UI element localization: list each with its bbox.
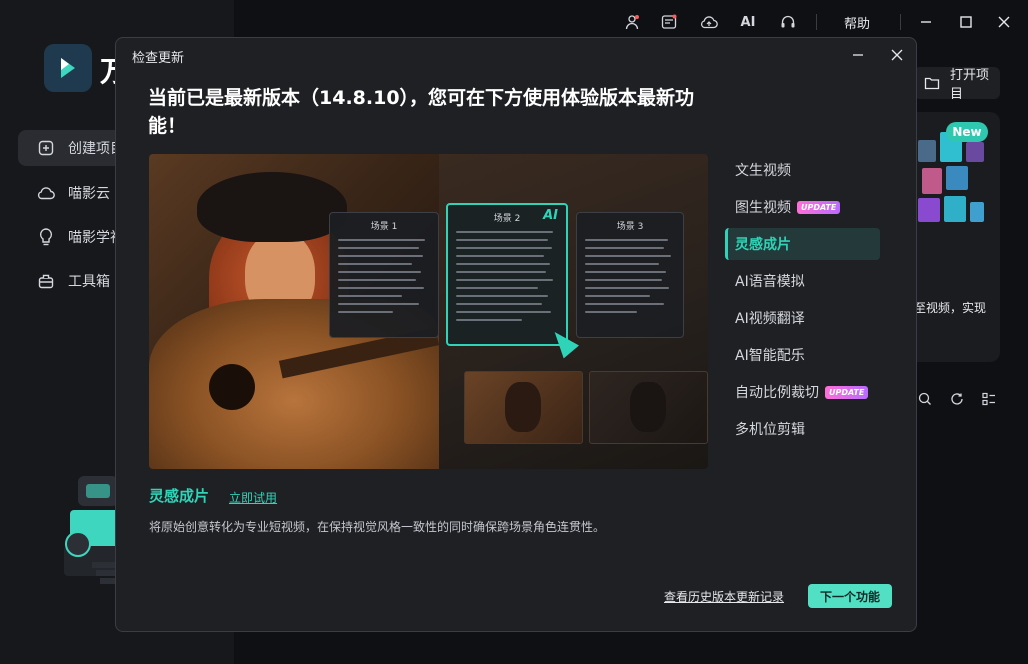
- new-badge: New: [946, 122, 988, 142]
- version-history-link[interactable]: 查看历史版本更新记录: [664, 588, 784, 605]
- feature-item-image-to-video[interactable]: 图生视频 UPDATE: [725, 191, 885, 223]
- nav-label: 工具箱: [68, 274, 110, 290]
- app-logo: [44, 44, 92, 92]
- maximize-icon[interactable]: [956, 12, 976, 32]
- scene-title: 场景 3: [616, 222, 644, 232]
- feature-item-ai-voice[interactable]: AI语音模拟: [725, 265, 885, 297]
- open-project-button[interactable]: 打开项目: [914, 67, 1000, 102]
- divider: [816, 14, 817, 30]
- feature-list: 文生视频 图生视频 UPDATE 灵感成片 AI语音模拟 AI视频翻译 AI智能…: [725, 154, 885, 450]
- close-window-icon[interactable]: [994, 12, 1014, 32]
- dialog-headline: 当前已是最新版本（14.8.10），您可在下方使用体验版本最新功能！: [148, 87, 695, 137]
- feature-item-auto-reframe[interactable]: 自动比例裁切 UPDATE: [725, 376, 885, 408]
- feature-item-ai-translate[interactable]: AI视频翻译: [725, 302, 885, 334]
- promo-text: 至视频，实现: [914, 301, 987, 315]
- promo-card[interactable]: [904, 112, 1000, 362]
- scene-thumbnail-1: [464, 371, 583, 444]
- scene-thumbnail-2: [589, 371, 708, 444]
- feature-label: AI智能配乐: [735, 348, 805, 364]
- minimize-icon[interactable]: [916, 12, 936, 32]
- dialog-minimize-icon[interactable]: [847, 44, 869, 66]
- update-badge: UPDATE: [797, 200, 841, 214]
- feature-description: 将原始创意转化为专业短视频，在保持视觉风格一致性的同时确保跨场景角色连贯性。: [149, 520, 606, 534]
- feature-label: 灵感成片: [735, 237, 791, 253]
- plus-square-icon: [36, 138, 56, 158]
- help-menu[interactable]: 帮助: [844, 13, 870, 32]
- dialog-close-icon[interactable]: [886, 44, 908, 66]
- try-now-link[interactable]: 立即试用: [229, 489, 277, 506]
- cloud-icon: [36, 183, 56, 203]
- feature-item-text-to-video[interactable]: 文生视频: [725, 154, 885, 186]
- cloud-upload-icon[interactable]: [699, 12, 719, 32]
- schedule-icon[interactable]: [659, 12, 679, 32]
- feature-item-ai-music[interactable]: AI智能配乐: [725, 339, 885, 371]
- feature-item-inspiration[interactable]: 灵感成片: [725, 228, 880, 260]
- headset-icon[interactable]: [778, 12, 798, 32]
- folder-icon: [924, 76, 940, 90]
- feature-item-multicam[interactable]: 多机位剪辑: [725, 413, 885, 445]
- lightbulb-icon: [36, 227, 56, 247]
- logo-icon: [61, 58, 75, 78]
- ai-label: AI: [543, 208, 558, 223]
- refresh-icon[interactable]: [948, 390, 966, 408]
- feature-label: AI语音模拟: [735, 274, 805, 290]
- next-feature-button[interactable]: 下一个功能: [808, 584, 892, 608]
- divider: [900, 14, 901, 30]
- ai-icon[interactable]: AI: [738, 12, 758, 32]
- scene-card-2: 场景 2 AI: [446, 203, 568, 346]
- search-icon[interactable]: [916, 390, 934, 408]
- scene-card-3: 场景 3: [576, 212, 684, 338]
- feature-label: AI视频翻译: [735, 311, 805, 327]
- update-dialog: 检查更新 当前已是最新版本（14.8.10），您可在下方使用体验版本最新功能！ …: [115, 37, 917, 632]
- scene-title: 场景 1: [370, 222, 398, 232]
- nav-label: 喵影云: [68, 186, 110, 202]
- dialog-title: 检查更新: [132, 51, 185, 66]
- scene-card-1: 场景 1: [329, 212, 439, 338]
- list-view-icon[interactable]: [980, 390, 998, 408]
- open-project-label: 打开项目: [950, 68, 990, 102]
- feature-preview-image: 场景 1 场景 2 AI 场景 3: [149, 154, 708, 469]
- update-badge: UPDATE: [825, 385, 869, 399]
- feature-label: 文生视频: [735, 163, 791, 179]
- selected-feature-name: 灵感成片: [149, 487, 210, 505]
- feature-label: 多机位剪辑: [735, 422, 805, 438]
- feature-label: 自动比例裁切: [735, 385, 819, 401]
- toolbox-icon: [36, 271, 56, 291]
- user-icon[interactable]: [622, 12, 642, 32]
- feature-label: 图生视频: [735, 200, 791, 216]
